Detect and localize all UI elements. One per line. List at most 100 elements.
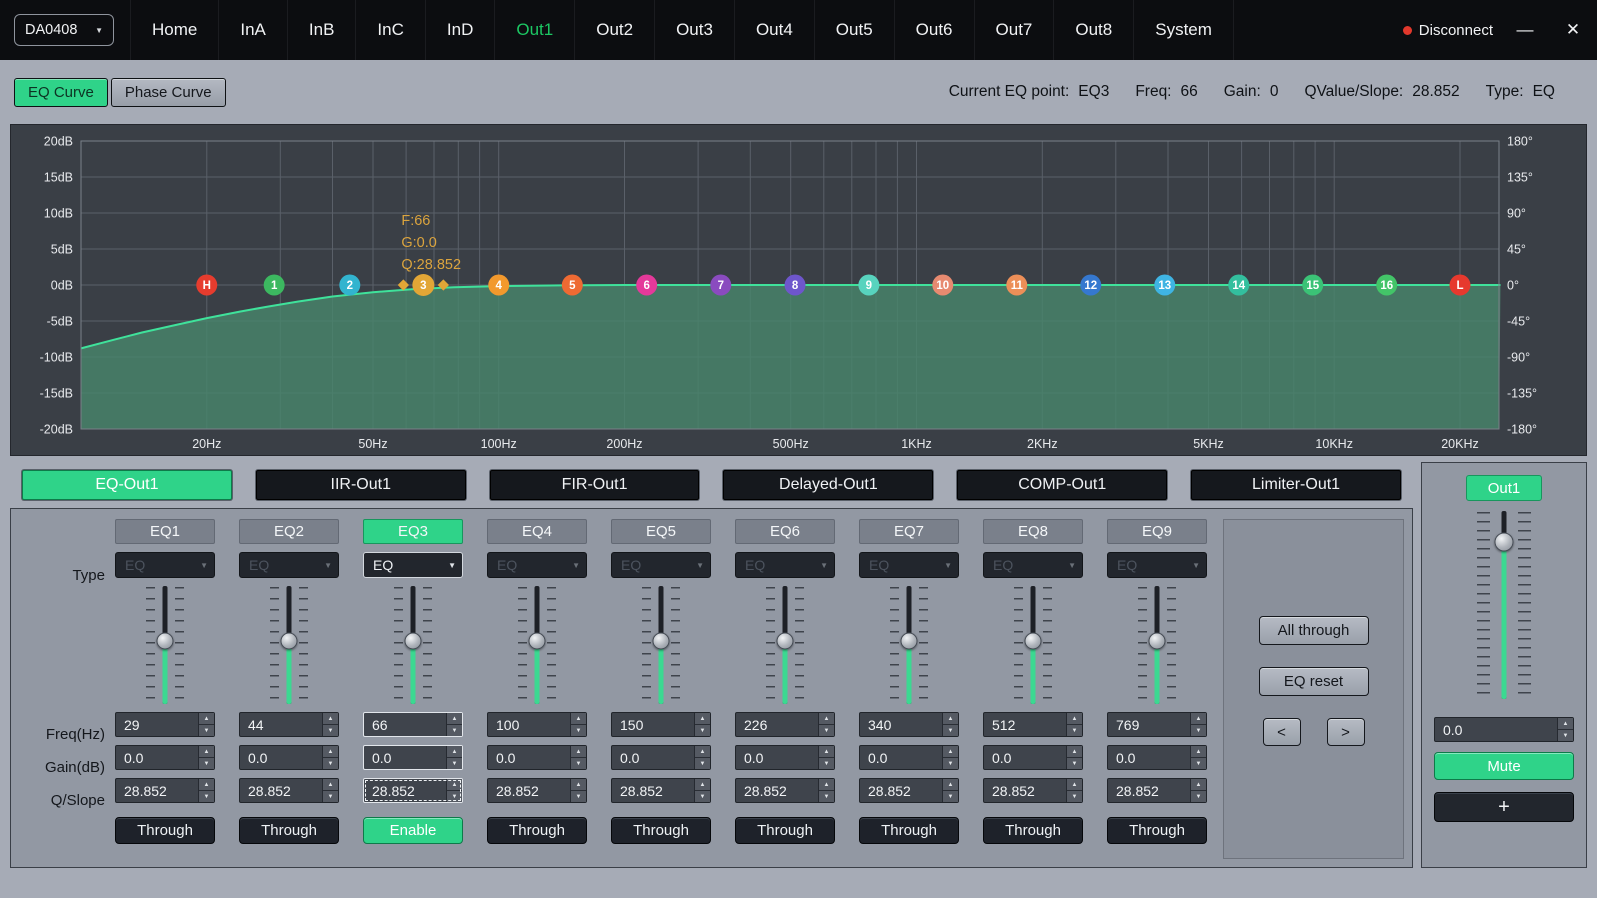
bypass-button[interactable]: Through: [487, 817, 587, 844]
spinner-up-button[interactable]: ▲: [1067, 779, 1082, 791]
spinner-down-button[interactable]: ▼: [199, 791, 214, 802]
bypass-button[interactable]: Enable: [363, 817, 463, 844]
spinner-down-button[interactable]: ▼: [1067, 725, 1082, 736]
nav-tab-out1[interactable]: Out1: [494, 0, 574, 60]
tab-fir-out1[interactable]: FIR-Out1: [490, 470, 700, 500]
eq-point-15[interactable]: 15: [1302, 275, 1323, 296]
gain-spinner[interactable]: 0.0▲▼: [735, 745, 835, 770]
spinner-down-button[interactable]: ▼: [571, 791, 586, 802]
q-spinner[interactable]: 28.852▲▼: [487, 778, 587, 803]
eq-strip-header[interactable]: EQ7: [859, 519, 959, 544]
close-button[interactable]: ✕: [1549, 0, 1597, 60]
spinner-up-button[interactable]: ▲: [571, 713, 586, 725]
eq-curve-svg[interactable]: 20dB15dB10dB5dB0dB-5dB-10dB-15dB-20dB180…: [11, 125, 1586, 455]
eq-strip-header[interactable]: EQ3: [363, 519, 463, 544]
spinner-up-button[interactable]: ▲: [1067, 713, 1082, 725]
freq-spinner[interactable]: 512▲▼: [983, 712, 1083, 737]
bypass-button[interactable]: Through: [115, 817, 215, 844]
nav-tab-out8[interactable]: Out8: [1053, 0, 1133, 60]
spinner-up-button[interactable]: ▲: [323, 746, 338, 758]
spinner-up-button[interactable]: ▲: [1067, 746, 1082, 758]
q-spinner[interactable]: 28.852▲▼: [983, 778, 1083, 803]
bypass-button[interactable]: Through: [611, 817, 711, 844]
spinner-up-button[interactable]: ▲: [447, 746, 462, 758]
disconnect-button[interactable]: Disconnect: [1395, 22, 1501, 39]
out-level-spinner[interactable]: 0.0 ▲ ▼: [1434, 717, 1574, 742]
bypass-button[interactable]: Through: [735, 817, 835, 844]
next-page-button[interactable]: >: [1327, 718, 1365, 746]
device-selector[interactable]: DA0408 ▼: [14, 14, 114, 46]
bypass-button[interactable]: Through: [239, 817, 339, 844]
spinner-up-button[interactable]: ▲: [571, 746, 586, 758]
eq-strip-header[interactable]: EQ9: [1107, 519, 1207, 544]
nav-tab-out4[interactable]: Out4: [734, 0, 814, 60]
eq-point-2[interactable]: 2: [339, 275, 360, 296]
spinner-up-button[interactable]: ▲: [199, 746, 214, 758]
nav-tab-out6[interactable]: Out6: [894, 0, 974, 60]
q-spinner[interactable]: 28.852▲▼: [611, 778, 711, 803]
tab-delayed-out1[interactable]: Delayed-Out1: [723, 470, 933, 500]
gain-spinner[interactable]: 0.0▲▼: [611, 745, 711, 770]
slider-thumb[interactable]: [529, 633, 546, 650]
spinner-up-button[interactable]: ▲: [695, 713, 710, 725]
nav-tab-out3[interactable]: Out3: [654, 0, 734, 60]
spinner-down-button[interactable]: ▼: [1558, 730, 1573, 741]
q-spinner[interactable]: 28.852▲▼: [363, 778, 463, 803]
eq-point-6[interactable]: 6: [636, 275, 657, 296]
spinner-up-button[interactable]: ▲: [819, 746, 834, 758]
eq-point-8[interactable]: 8: [785, 275, 806, 296]
slider-thumb[interactable]: [1149, 633, 1166, 650]
eq-reset-button[interactable]: EQ reset: [1259, 667, 1369, 696]
type-dropdown[interactable]: EQ▼: [859, 552, 959, 578]
nav-tab-out7[interactable]: Out7: [974, 0, 1054, 60]
bypass-button[interactable]: Through: [983, 817, 1083, 844]
eq-point-5[interactable]: 5: [562, 275, 583, 296]
spinner-down-button[interactable]: ▼: [695, 725, 710, 736]
type-dropdown[interactable]: EQ▼: [1107, 552, 1207, 578]
eq-strip-header[interactable]: EQ1: [115, 519, 215, 544]
type-dropdown[interactable]: EQ▼: [239, 552, 339, 578]
spinner-down-button[interactable]: ▼: [447, 791, 462, 802]
mute-button[interactable]: Mute: [1434, 752, 1574, 780]
type-dropdown[interactable]: EQ▼: [487, 552, 587, 578]
freq-spinner[interactable]: 66▲▼: [363, 712, 463, 737]
spinner-up-button[interactable]: ▲: [943, 713, 958, 725]
spinner-down-button[interactable]: ▼: [323, 791, 338, 802]
spinner-up-button[interactable]: ▲: [571, 779, 586, 791]
spinner-down-button[interactable]: ▼: [943, 758, 958, 769]
spinner-down-button[interactable]: ▼: [1191, 758, 1206, 769]
eq-point-11[interactable]: 11: [1006, 275, 1027, 296]
spinner-down-button[interactable]: ▼: [323, 758, 338, 769]
eq-point-10[interactable]: 10: [932, 275, 953, 296]
eq-point-l[interactable]: L: [1450, 275, 1471, 296]
eq-strip-header[interactable]: EQ6: [735, 519, 835, 544]
nav-tab-out2[interactable]: Out2: [574, 0, 654, 60]
freq-spinner[interactable]: 340▲▼: [859, 712, 959, 737]
nav-tab-home[interactable]: Home: [130, 0, 218, 60]
slider-thumb[interactable]: [777, 633, 794, 650]
eq-point-h[interactable]: H: [196, 275, 217, 296]
spinner-down-button[interactable]: ▼: [447, 758, 462, 769]
spinner-down-button[interactable]: ▼: [447, 725, 462, 736]
nav-tab-inc[interactable]: InC: [355, 0, 424, 60]
spinner-up-button[interactable]: ▲: [447, 713, 462, 725]
spinner-down-button[interactable]: ▼: [819, 725, 834, 736]
spinner-down-button[interactable]: ▼: [1067, 758, 1082, 769]
tab-iir-out1[interactable]: IIR-Out1: [256, 470, 466, 500]
spinner-up-button[interactable]: ▲: [1191, 779, 1206, 791]
q-spinner[interactable]: 28.852▲▼: [735, 778, 835, 803]
eq-point-16[interactable]: 16: [1376, 275, 1397, 296]
eq-strip-header[interactable]: EQ5: [611, 519, 711, 544]
spinner-down-button[interactable]: ▼: [1067, 791, 1082, 802]
add-button[interactable]: +: [1434, 792, 1574, 822]
spinner-down-button[interactable]: ▼: [571, 758, 586, 769]
spinner-up-button[interactable]: ▲: [943, 746, 958, 758]
spinner-up-button[interactable]: ▲: [199, 713, 214, 725]
slider-thumb[interactable]: [653, 633, 670, 650]
spinner-up-button[interactable]: ▲: [1558, 718, 1573, 730]
spinner-down-button[interactable]: ▼: [199, 758, 214, 769]
slider-thumb[interactable]: [1025, 633, 1042, 650]
gain-spinner[interactable]: 0.0▲▼: [487, 745, 587, 770]
type-dropdown[interactable]: EQ▼: [611, 552, 711, 578]
gain-spinner[interactable]: 0.0▲▼: [983, 745, 1083, 770]
